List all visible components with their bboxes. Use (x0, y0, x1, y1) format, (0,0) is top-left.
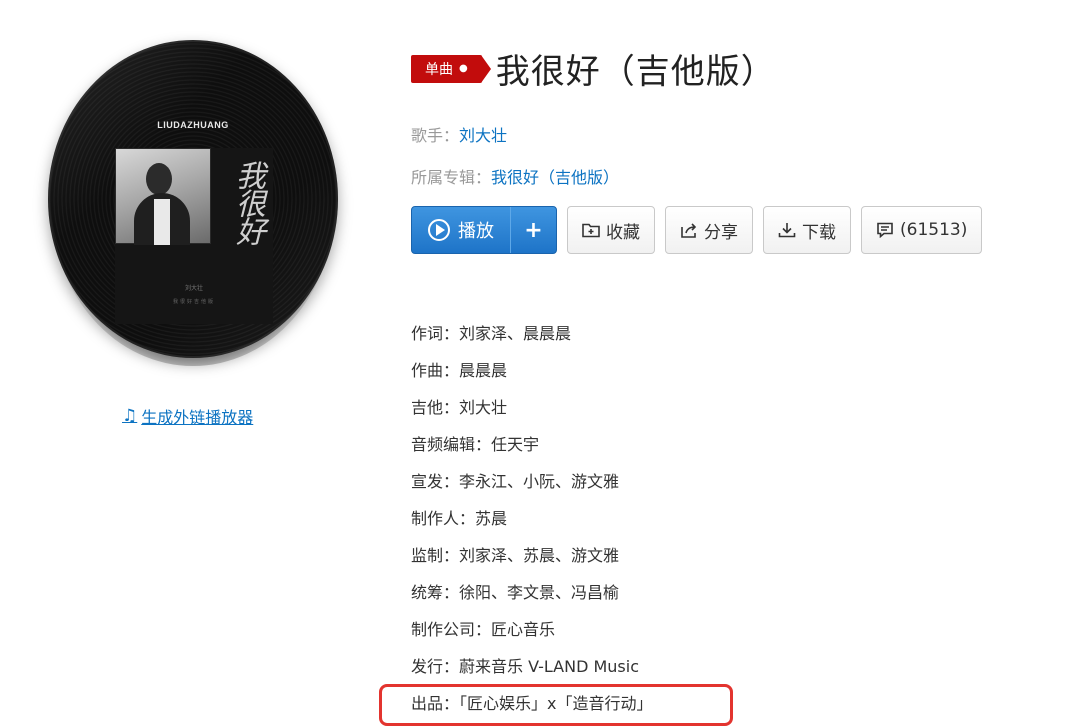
comments-button[interactable]: (61513) (861, 206, 983, 254)
play-button-group: 播放 + (411, 206, 557, 254)
credit-line: 发行：蔚来音乐 V-LAND Music (411, 657, 639, 676)
music-note-icon: ♫ (122, 406, 138, 426)
folder-plus-icon (582, 223, 600, 238)
credit-line: 吉他：刘大壮 (411, 398, 508, 417)
comment-icon (877, 222, 893, 238)
credit-line: 作曲：晨晨晨 (411, 361, 508, 380)
collect-button[interactable]: 收藏 (567, 206, 655, 254)
singer-link[interactable]: 刘大壮 (459, 126, 507, 145)
vinyl-brand-text: LIUDAZHUANG (157, 120, 229, 130)
credit-line: 制作公司：匠心音乐 (411, 620, 556, 639)
play-icon (428, 219, 450, 241)
action-bar: 播放 + 收藏 分享 下载 (61513) (411, 206, 983, 254)
singer-row: 歌手：刘大壮 (411, 122, 507, 146)
dot-icon: ● (459, 63, 468, 74)
credit-line: 出品：「匠心娱乐」x「造音行动」 (411, 694, 653, 713)
add-to-playlist-button[interactable]: + (510, 207, 556, 253)
download-button[interactable]: 下载 (763, 206, 851, 254)
album-link[interactable]: 我很好（吉他版） (491, 168, 619, 187)
external-player-label: 生成外链播放器 (141, 408, 254, 427)
external-player-link[interactable]: ♫ 生成外链播放器 (122, 404, 253, 428)
download-icon (778, 223, 796, 238)
song-title-row: 单曲 ● 我很好（吉他版） (411, 44, 776, 93)
credit-line: 宣发：李永江、小阮、游文雅 (411, 472, 620, 491)
album-row: 所属专辑：我很好（吉他版） (411, 164, 619, 188)
song-detail-page: LIUDAZHUANG 我很好 刘大壮 我很好吉他版 ♫ 生成外链播放器 单曲 ●… (0, 0, 1080, 728)
album-art-title: 我很好 (230, 160, 265, 244)
song-credits: 作词：刘家泽、晨晨晨 作曲：晨晨晨 吉他：刘大壮 音频编辑：任天宇 宣发：李永江… (411, 320, 652, 727)
single-badge: 单曲 ● (411, 54, 491, 83)
album-art-artist: 刘大壮 (184, 285, 203, 292)
song-title: 我很好（吉他版） (495, 52, 776, 92)
share-button[interactable]: 分享 (665, 206, 753, 254)
album-cover: LIUDAZHUANG 我很好 刘大壮 我很好吉他版 (48, 40, 338, 366)
album-art-caption: 我很好吉他版 (172, 299, 215, 305)
album-art: 我很好 刘大壮 我很好吉他版 (115, 148, 273, 324)
credit-line: 制作人：苏晨 (411, 509, 508, 528)
credit-line: 作词：刘家泽、晨晨晨 (411, 324, 572, 343)
credit-line: 监制：刘家泽、苏晨、游文雅 (411, 546, 620, 565)
album-label: 所属专辑： (411, 168, 492, 187)
credit-line: 统筹：徐阳、李文景、冯昌榆 (411, 583, 620, 602)
singer-label: 歌手： (411, 126, 460, 145)
share-icon (681, 223, 697, 238)
play-button[interactable]: 播放 (412, 207, 510, 253)
artist-photo (115, 148, 211, 245)
credit-line: 音频编辑：任天宇 (411, 435, 540, 454)
